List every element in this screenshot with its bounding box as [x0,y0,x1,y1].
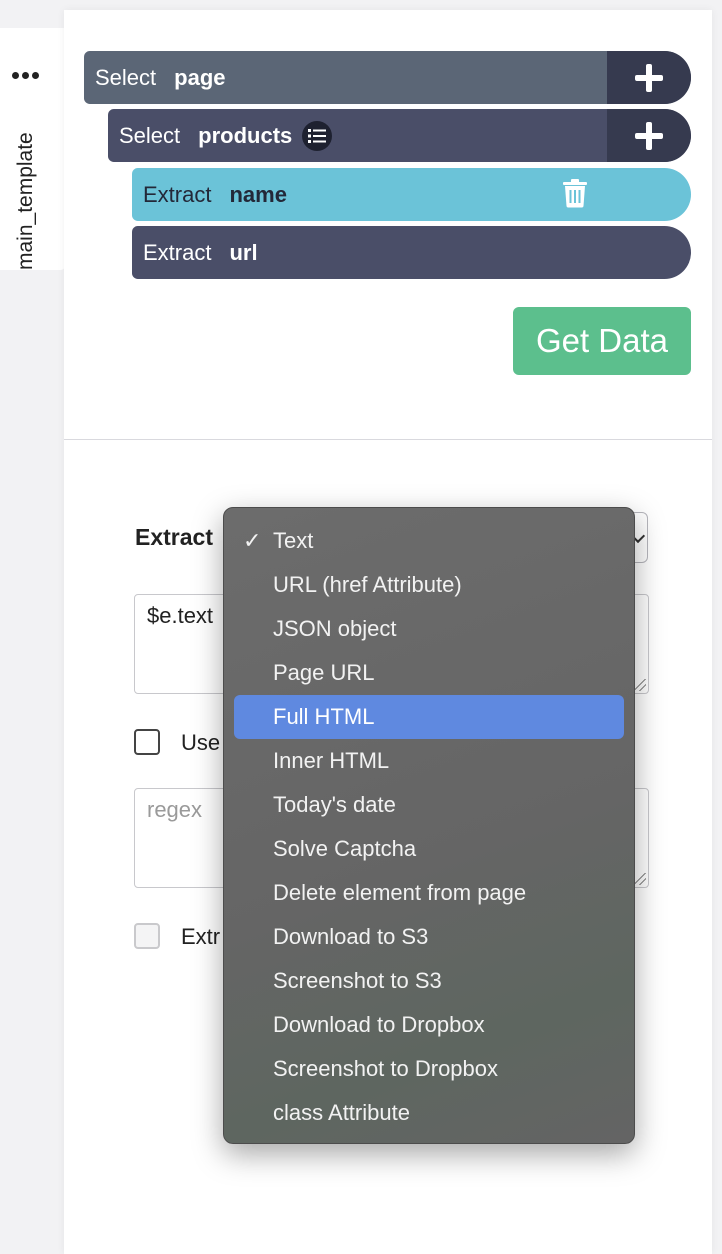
expression-value: $e.text [147,603,214,628]
command-object: name [229,181,287,207]
extra-checkbox-label: Extr [181,924,221,949]
command-object: url [229,239,258,265]
dropdown-option[interactable]: Download to S3 [224,915,634,959]
more-dots-icon[interactable] [12,72,39,79]
command-verb: Select [95,64,157,90]
option-label: Full HTML [273,704,375,729]
panel-divider [64,439,712,440]
dropdown-option[interactable]: Screenshot to S3 [224,959,634,1003]
checkmark-icon: ✓ [243,528,262,553]
plus-icon [635,63,663,92]
command-select-page[interactable]: Select page [84,51,691,104]
dropdown-option[interactable]: Download to Dropbox [224,1003,634,1047]
dropdown-option[interactable]: Page URL [224,651,634,695]
regex-placeholder: regex [147,797,203,822]
dropdown-option[interactable]: Screenshot to Dropbox [224,1047,634,1091]
list-icon[interactable] [302,120,333,151]
get-data-button[interactable]: Get Data [513,307,691,375]
dropdown-option[interactable]: URL (href Attribute) [224,563,634,607]
option-label: Page URL [273,660,375,685]
command-object: products [198,122,293,148]
command-verb: Extract [143,239,212,265]
extra-checkbox[interactable] [134,923,160,949]
option-label: Download to S3 [273,924,429,949]
extract-label: Extract [135,524,213,550]
dropdown-option[interactable]: JSON object [224,607,634,651]
add-command-button[interactable] [607,51,691,104]
resize-grip-icon[interactable] [634,873,646,885]
option-label: Screenshot to Dropbox [273,1056,499,1081]
command-verb: Extract [143,181,212,207]
option-label: URL (href Attribute) [273,572,462,597]
option-label: Download to Dropbox [273,1012,485,1037]
option-label: Delete element from page [273,880,527,905]
dropdown-option[interactable]: Delete element from page [224,871,634,915]
extract-type-dropdown: ✓ Text URL (href Attribute) JSON object … [223,507,635,1144]
command-verb: Select [119,122,181,148]
resize-grip-icon[interactable] [634,679,646,691]
option-label: Solve Captcha [273,836,417,861]
option-label: Today's date [273,792,396,817]
option-label: Screenshot to S3 [273,968,442,993]
trash-icon[interactable] [562,178,588,214]
use-regex-checkbox[interactable] [134,729,160,755]
command-extract-url[interactable]: Extract url [132,226,691,279]
dropdown-option[interactable]: Solve Captcha [224,827,634,871]
plus-icon [635,121,663,150]
template-tab[interactable]: main_template [0,28,66,270]
option-label: Inner HTML [273,748,390,773]
dropdown-option[interactable]: Today's date [224,783,634,827]
option-label: class Attribute [273,1100,410,1125]
dropdown-option[interactable]: Inner HTML [224,739,634,783]
command-object: page [174,64,226,90]
dropdown-option-highlighted[interactable]: Full HTML [234,695,624,739]
command-select-products[interactable]: Select products [108,109,691,162]
add-command-button[interactable] [607,109,691,162]
template-tab-label: main_template [14,132,37,270]
dropdown-option-text[interactable]: ✓ Text [224,519,634,563]
use-regex-label: Use [181,730,221,755]
command-extract-name[interactable]: Extract name [132,168,691,221]
option-label: Text [273,528,314,553]
option-label: JSON object [273,616,397,641]
dropdown-option[interactable]: class Attribute [224,1091,634,1135]
